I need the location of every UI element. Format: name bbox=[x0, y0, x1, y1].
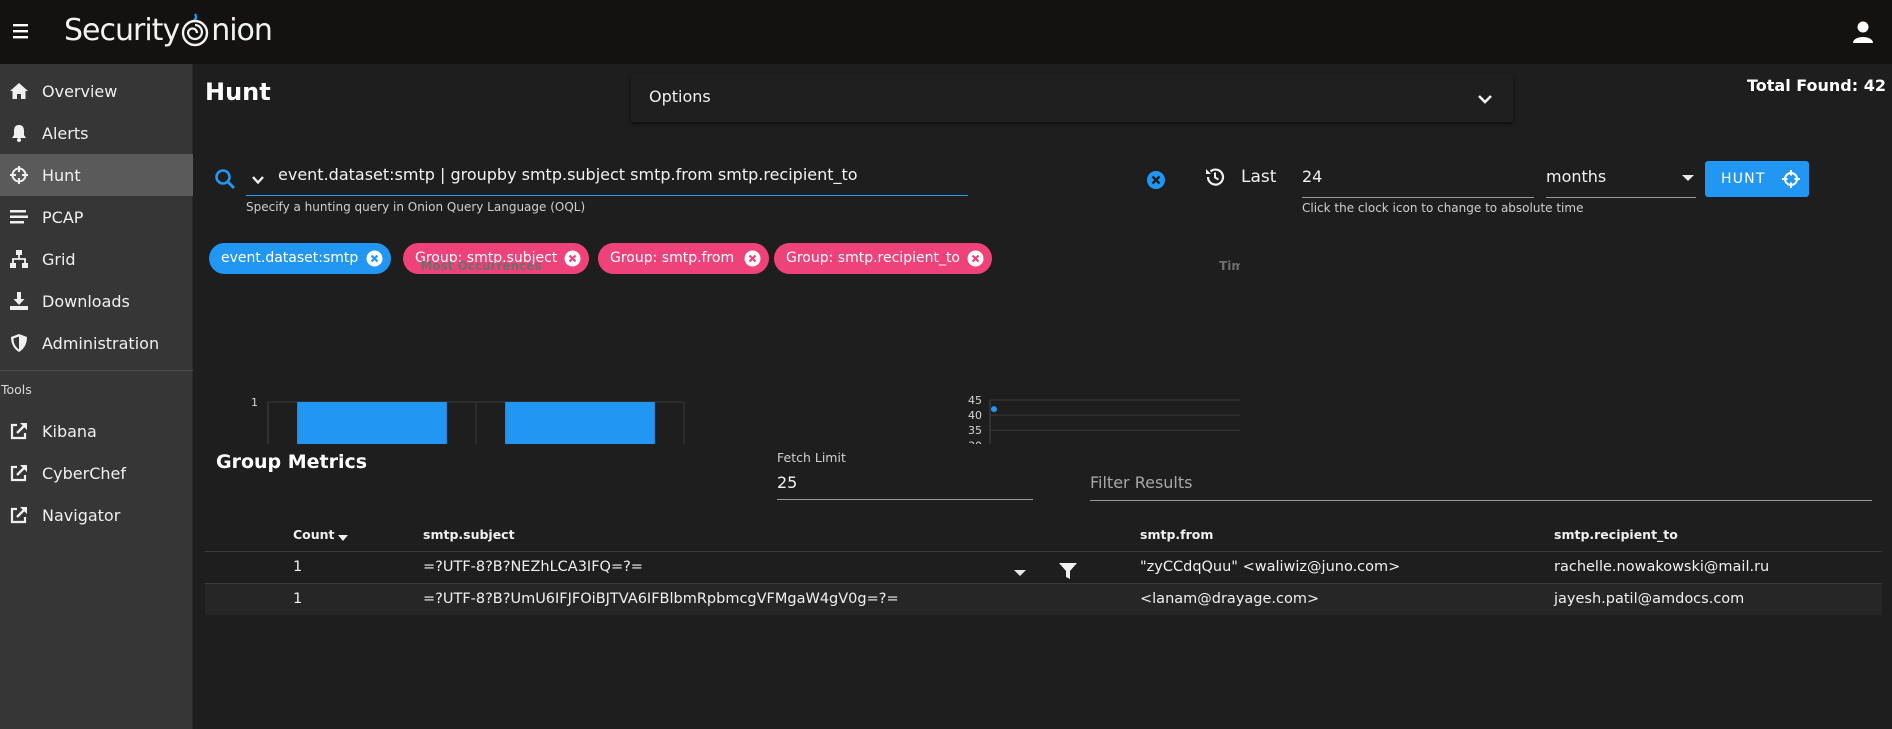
brand-logo[interactable]: Security nion bbox=[64, 10, 273, 50]
last-label: Last bbox=[1241, 167, 1277, 187]
top-app-bar: Security nion bbox=[0, 0, 1892, 64]
sidebar-item-administration[interactable]: Administration bbox=[0, 322, 193, 364]
relative-time-value[interactable]: 24 bbox=[1302, 167, 1322, 186]
filter-results-placeholder[interactable]: Filter Results bbox=[1090, 473, 1192, 492]
home-icon bbox=[9, 81, 29, 101]
time-unit-dropdown-icon[interactable] bbox=[1682, 175, 1694, 181]
page-title: Hunt bbox=[205, 78, 271, 106]
fetch-limit-select[interactable] bbox=[777, 464, 1033, 500]
sidebar-item-grid[interactable]: Grid bbox=[0, 238, 193, 280]
sidebar-item-label: Alerts bbox=[42, 123, 89, 143]
sidebar-item-navigator[interactable]: Navigator bbox=[0, 494, 193, 536]
y-tick-label: 1 bbox=[251, 396, 258, 409]
cell-subject: =?UTF-8?B?UmU6IFJFOiBJTVA6IFBlbmRpbmcgVF… bbox=[423, 591, 899, 607]
column-header-subject[interactable]: smtp.subject bbox=[423, 527, 515, 542]
y-tick-label: 45 bbox=[968, 394, 982, 407]
sidebar-item-label: Navigator bbox=[42, 505, 121, 525]
sidebar-item-label: Kibana bbox=[42, 421, 97, 441]
time-hint: Click the clock icon to change to absolu… bbox=[1302, 201, 1584, 215]
sidebar-item-label: PCAP bbox=[42, 207, 84, 227]
clear-query-icon[interactable] bbox=[1146, 170, 1166, 190]
main-content: Hunt Options Total Found: 42 event.datas… bbox=[194, 64, 1892, 729]
brand-text-left: Security bbox=[64, 12, 180, 48]
sidebar-item-label: Hunt bbox=[42, 165, 81, 185]
list-icon bbox=[9, 207, 29, 227]
y-tick-label: 40 bbox=[968, 409, 982, 422]
cell-from: "zyCCdqQuu" <waliwiz@juno.com> bbox=[1140, 559, 1401, 575]
sitemap-icon bbox=[9, 249, 29, 269]
external-link-icon bbox=[9, 421, 29, 441]
group-metrics-title: Group Metrics bbox=[216, 451, 368, 473]
relative-time-input[interactable] bbox=[1302, 156, 1534, 198]
crosshairs-icon bbox=[1781, 169, 1801, 189]
fetch-limit-value[interactable]: 25 bbox=[777, 473, 797, 492]
remove-chip-icon[interactable] bbox=[744, 250, 761, 267]
sidebar-item-label: Grid bbox=[42, 249, 76, 269]
column-header-from[interactable]: smtp.from bbox=[1140, 527, 1213, 542]
search-icon[interactable] bbox=[214, 168, 236, 190]
total-found: Total Found: 42 bbox=[1746, 76, 1886, 95]
sidebar-item-label: Downloads bbox=[42, 291, 130, 311]
hunt-button-label: HUNT bbox=[1721, 171, 1766, 187]
chart-title: Timeline bbox=[1219, 259, 1240, 273]
data-point bbox=[991, 406, 997, 413]
column-header-recipient[interactable]: smtp.recipient_to bbox=[1554, 527, 1678, 542]
query-hint: Specify a hunting query in Onion Query L… bbox=[246, 200, 586, 214]
cell-count: 1 bbox=[293, 559, 303, 575]
brand-text-right: nion bbox=[211, 12, 273, 48]
sidebar-item-hunt[interactable]: Hunt bbox=[0, 154, 193, 196]
sidebar-item-cyberchef[interactable]: CyberChef bbox=[0, 452, 193, 494]
column-header-count[interactable]: Count bbox=[293, 527, 335, 542]
table-row[interactable]: 1 =?UTF-8?B?NEZhLCA3IFQ=?= "zyCCdqQuu" <… bbox=[205, 551, 1882, 583]
onion-logo-icon bbox=[180, 12, 210, 48]
account-icon[interactable] bbox=[1852, 20, 1874, 44]
most-occurrences-chart[interactable]: Most Occurrences01=?UTF-8?B?NEZhLCA3IFQ=… bbox=[204, 254, 704, 444]
options-label: Options bbox=[649, 87, 711, 106]
table-row[interactable]: 1 =?UTF-8?B?UmU6IFJFOiBJTVA6IFBlbmRpbmcg… bbox=[205, 583, 1882, 615]
external-link-icon bbox=[9, 505, 29, 525]
crosshairs-icon bbox=[9, 165, 29, 185]
bar bbox=[297, 402, 447, 444]
history-clock-icon[interactable] bbox=[1204, 166, 1226, 188]
query-value[interactable]: event.dataset:smtp | groupby smtp.subjec… bbox=[278, 165, 858, 184]
shield-icon bbox=[9, 333, 29, 353]
y-tick-label: 30 bbox=[968, 439, 982, 444]
external-link-icon bbox=[9, 463, 29, 483]
fewest-occurrences-chart[interactable]: Fewest Occurrences01=?UTF-8?B?NEZhLCA3IF… bbox=[1334, 254, 1882, 444]
cell-count: 1 bbox=[293, 591, 303, 607]
sidebar-item-overview[interactable]: Overview bbox=[0, 70, 193, 112]
sidebar: Overview Alerts Hunt PCAP Grid Downloads… bbox=[0, 64, 193, 729]
cell-recipient: jayesh.patil@amdocs.com bbox=[1554, 591, 1745, 607]
sidebar-item-label: CyberChef bbox=[42, 463, 127, 483]
timeline-chart[interactable]: Timeline0510152025303540452021 bbox=[760, 254, 1240, 444]
sidebar-item-kibana[interactable]: Kibana bbox=[0, 410, 193, 452]
fetch-limit-label: Fetch Limit bbox=[777, 450, 846, 465]
hunt-button[interactable]: HUNT bbox=[1705, 161, 1809, 197]
query-history-dropdown-icon[interactable] bbox=[250, 172, 266, 188]
hamburger-menu-icon[interactable] bbox=[11, 19, 31, 43]
y-tick-label: 35 bbox=[968, 424, 982, 437]
bell-icon bbox=[9, 123, 29, 143]
filter-results-input[interactable] bbox=[1090, 461, 1872, 501]
cell-from: <lanam@drayage.com> bbox=[1140, 591, 1320, 607]
cell-recipient: rachelle.nowakowski@mail.ru bbox=[1554, 559, 1770, 575]
bar bbox=[505, 402, 655, 444]
sort-desc-icon[interactable] bbox=[338, 535, 348, 541]
cell-subject: =?UTF-8?B?NEZhLCA3IFQ=?= bbox=[423, 559, 643, 575]
options-panel-header[interactable]: Options bbox=[631, 74, 1513, 122]
sidebar-item-label: Administration bbox=[42, 333, 160, 353]
download-icon bbox=[9, 291, 29, 311]
time-unit-value[interactable]: months bbox=[1546, 167, 1606, 186]
sidebar-item-pcap[interactable]: PCAP bbox=[0, 196, 193, 238]
chart-title: Most Occurrences bbox=[420, 259, 541, 273]
tools-section-label: Tools bbox=[1, 382, 32, 397]
chevron-down-icon bbox=[1475, 89, 1495, 109]
sidebar-divider bbox=[0, 370, 193, 371]
sidebar-item-alerts[interactable]: Alerts bbox=[0, 112, 193, 154]
sidebar-item-downloads[interactable]: Downloads bbox=[0, 280, 193, 322]
sidebar-item-label: Overview bbox=[42, 81, 118, 101]
